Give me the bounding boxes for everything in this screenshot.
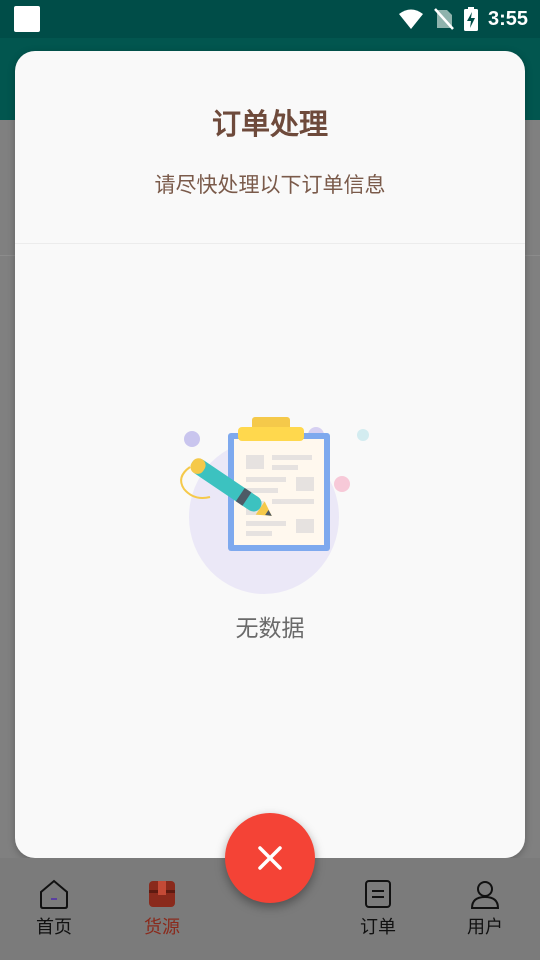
user-icon bbox=[470, 881, 500, 909]
nav-item-user[interactable]: 用户 bbox=[445, 878, 525, 948]
no-sim-icon bbox=[434, 8, 454, 30]
clock: 3:55 bbox=[487, 7, 528, 30]
box-icon bbox=[149, 881, 175, 907]
nav-label-user: 用户 bbox=[467, 917, 503, 938]
nav-item-orders[interactable]: 订单 bbox=[338, 878, 418, 948]
close-icon bbox=[258, 846, 282, 870]
empty-clipboard-illustration bbox=[180, 417, 369, 594]
home-icon bbox=[40, 879, 68, 909]
nav-label-source: 货源 bbox=[144, 917, 180, 938]
notification-icon bbox=[14, 6, 40, 32]
dialog-subtitle: 请尽快处理以下订单信息 bbox=[154, 173, 386, 197]
close-button[interactable] bbox=[225, 813, 315, 903]
nav-label-orders: 订单 bbox=[360, 917, 396, 938]
dialog-divider bbox=[15, 243, 525, 244]
order-dialog: 订单处理 请尽快处理以下订单信息 无数据 bbox=[15, 51, 525, 858]
wifi-icon bbox=[398, 9, 423, 29]
nav-label-home: 首页 bbox=[36, 917, 72, 938]
empty-state-text: 无数据 bbox=[235, 616, 305, 642]
order-icon bbox=[365, 880, 391, 908]
status-bar-right: 3:55 bbox=[398, 5, 528, 33]
dialog-title: 订单处理 bbox=[211, 107, 328, 141]
nav-item-home[interactable]: 首页 bbox=[14, 878, 94, 948]
nav-item-source[interactable]: 货源 bbox=[122, 878, 202, 948]
battery-charging-icon bbox=[463, 7, 478, 31]
status-bar: 3:55 bbox=[0, 0, 540, 38]
